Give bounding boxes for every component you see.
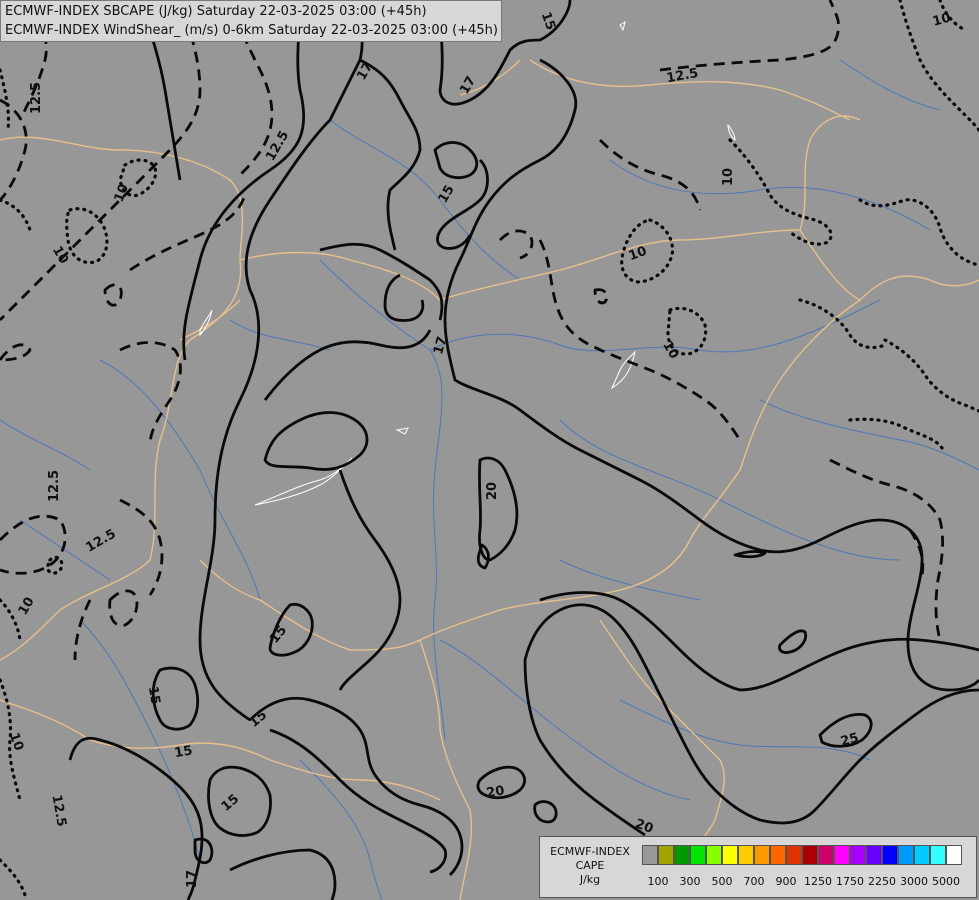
legend-unit: J/kg <box>579 873 601 886</box>
weather-map: 15 17 17 12.5 12.5 10 10 15 10 10 12.5 1… <box>0 0 979 900</box>
map-title-box: ECMWF-INDEX SBCAPE (J/kg) Saturday 22-03… <box>0 0 502 42</box>
legend-swatch <box>914 845 930 865</box>
legend-variable: CAPE <box>575 859 605 872</box>
legend-tick-label: 5000 <box>932 875 960 888</box>
legend-swatch <box>834 845 850 865</box>
legend-swatch <box>738 845 754 865</box>
legend-swatch <box>866 845 882 865</box>
legend-swatch <box>882 845 898 865</box>
legend-swatch <box>674 845 690 865</box>
legend-label: ECMWF-INDEX CAPE J/kg <box>542 845 638 887</box>
legend-tick-label: 100 <box>647 875 669 888</box>
legend-swatch <box>802 845 818 865</box>
legend-tick-label: 700 <box>743 875 765 888</box>
legend-swatch <box>642 845 658 865</box>
title-line-windshear: ECMWF-INDEX WindShear_ (m/s) 0-6km Satur… <box>5 23 498 38</box>
contour-label: 15 <box>145 685 163 705</box>
cape-legend: ECMWF-INDEX CAPE J/kg 100 300 500 700 900 125… <box>539 836 977 898</box>
legend-tick-label: 1250 <box>804 875 832 888</box>
contour-label: 20 <box>485 482 500 500</box>
legend-swatch <box>818 845 834 865</box>
legend-swatch <box>754 845 770 865</box>
legend-swatch <box>658 845 674 865</box>
contour-label: 10 <box>721 168 736 186</box>
legend-swatch <box>930 845 946 865</box>
legend-tick-label: 900 <box>775 875 797 888</box>
legend-tick-label: 2250 <box>868 875 896 888</box>
contour-label: 17 <box>185 870 200 888</box>
legend-swatch <box>706 845 722 865</box>
legend-swatch <box>786 845 802 865</box>
legend-swatch <box>946 845 962 865</box>
legend-tick-label: 500 <box>711 875 733 888</box>
legend-title: ECMWF-INDEX <box>550 845 630 858</box>
legend-tick-label: 300 <box>679 875 701 888</box>
contour-label: 15 <box>173 743 193 761</box>
legend-swatch <box>850 845 866 865</box>
contour-label: 12.5 <box>47 470 62 502</box>
legend-swatch <box>722 845 738 865</box>
legend-tick-label: 3000 <box>900 875 928 888</box>
legend-swatch <box>898 845 914 865</box>
title-line-cape: ECMWF-INDEX SBCAPE (J/kg) Saturday 22-03… <box>5 4 427 19</box>
contour-label: 12.5 <box>29 82 44 114</box>
legend-swatch <box>770 845 786 865</box>
contour-label: 20 <box>485 783 505 801</box>
legend-swatch <box>690 845 706 865</box>
legend-color-scale <box>642 845 962 865</box>
legend-tick-labels: 100 300 500 700 900 1250 1750 2250 3000 5000 <box>642 875 974 889</box>
legend-tick-label: 1750 <box>836 875 864 888</box>
